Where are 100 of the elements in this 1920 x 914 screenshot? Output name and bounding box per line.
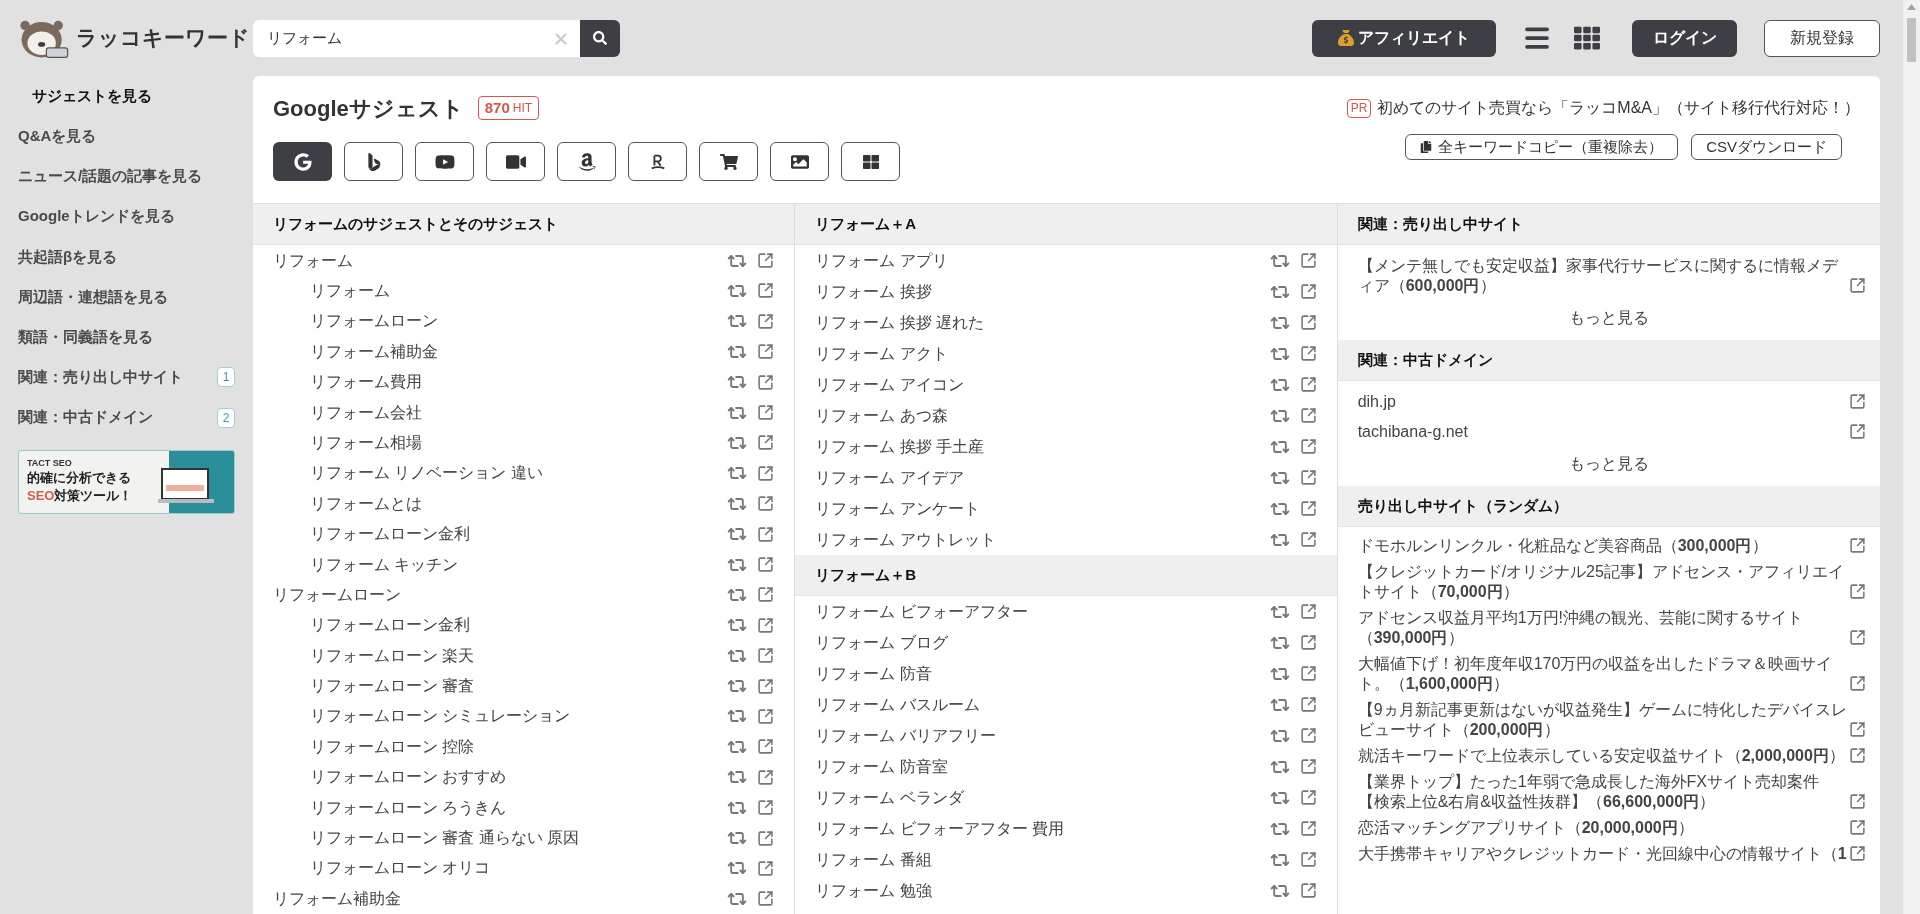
external-link-icon[interactable] — [1299, 634, 1317, 652]
external-link-icon[interactable] — [1299, 665, 1317, 683]
keyword-link[interactable]: リフォームローン オリコ — [310, 856, 491, 881]
external-link-icon[interactable] — [1299, 376, 1317, 394]
keyword-link[interactable]: リフォーム費用 — [310, 370, 422, 395]
external-link-icon[interactable] — [1849, 629, 1866, 647]
external-link-icon[interactable] — [1299, 407, 1317, 425]
keyword-link[interactable]: リフォーム リノベーション 違い — [310, 461, 543, 486]
external-link-icon[interactable] — [1849, 721, 1866, 739]
keyword-link[interactable]: リフォーム — [273, 248, 353, 273]
source-tab[interactable] — [841, 142, 900, 181]
keyword-link[interactable]: リフォーム 防音室 — [815, 754, 948, 779]
copy-keywords-button[interactable]: 全キーワードコピー（重複除去） — [1405, 134, 1679, 160]
external-link-icon[interactable] — [757, 556, 775, 573]
keyword-link[interactable]: リフォーム キッチン — [310, 552, 459, 577]
source-tab[interactable] — [770, 142, 829, 181]
sidebar-item[interactable]: Googleトレンドを見る — [18, 205, 175, 228]
keyword-link[interactable]: リフォームローン — [310, 309, 438, 334]
listing-link[interactable]: tachibana-g.net — [1357, 422, 1849, 443]
external-link-icon[interactable] — [757, 738, 775, 756]
external-link-icon[interactable] — [757, 859, 775, 877]
listing-link[interactable]: アドセンス収益月平均1万円!沖縄の観光、芸能に関するサイト（390,000円） — [1357, 608, 1849, 649]
source-tab[interactable] — [415, 142, 474, 181]
keyword-link[interactable]: リフォームとは — [310, 491, 422, 516]
sidebar-item[interactable]: サジェストを見る — [18, 84, 152, 108]
external-link-icon[interactable] — [1849, 583, 1866, 601]
external-link-icon[interactable] — [757, 282, 775, 300]
apps-grid-icon[interactable] — [1574, 25, 1600, 51]
keyword-link[interactable]: リフォーム ブログ — [815, 630, 948, 655]
external-link-icon[interactable] — [1299, 252, 1317, 270]
keyword-link[interactable]: リフォームローン ろうきん — [310, 795, 507, 820]
sidebar-item[interactable]: 共起語βを見る — [18, 245, 118, 269]
csv-download-button[interactable]: CSVダウンロード — [1691, 134, 1842, 160]
keyword-link[interactable]: リフォーム 挨拶 手土産 — [815, 434, 985, 459]
external-link-icon[interactable] — [1849, 675, 1866, 693]
external-link-icon[interactable] — [1849, 277, 1866, 295]
keyword-link[interactable]: リフォームローン 控除 — [310, 734, 475, 759]
sidebar-item[interactable]: Q&Aを見る — [18, 125, 97, 148]
sidebar-item[interactable]: 関連：売り出し中サイト — [18, 366, 183, 389]
listing-link[interactable]: 大手携帯キャリアやクレジットカード・光回線中心の情報サイト（1 — [1357, 844, 1849, 865]
external-link-icon[interactable] — [757, 829, 775, 847]
login-button[interactable]: ログイン — [1632, 19, 1737, 57]
search-field[interactable]: リフォーム — [253, 19, 580, 57]
listing-link[interactable]: dih.jp — [1357, 392, 1849, 413]
keyword-link[interactable]: リフォーム バスルーム — [815, 692, 980, 717]
external-link-icon[interactable] — [1299, 820, 1317, 838]
external-link-icon[interactable] — [1299, 314, 1317, 332]
external-link-icon[interactable] — [1849, 747, 1866, 765]
external-link-icon[interactable] — [1299, 603, 1317, 621]
external-link-icon[interactable] — [757, 768, 775, 786]
external-link-icon[interactable] — [757, 312, 775, 330]
listing-link[interactable]: 【9ヵ月新記事更新はないが収益発生】ゲームに特化したデバイスレビューサイト（200,000円） — [1357, 700, 1849, 741]
keyword-link[interactable]: リフォーム 防音 — [815, 661, 932, 686]
keyword-link[interactable]: リフォーム アイコン — [815, 372, 964, 397]
keyword-link[interactable]: リフォーム アイデア — [815, 465, 964, 490]
external-link-icon[interactable] — [757, 586, 775, 604]
source-tab[interactable] — [486, 142, 545, 181]
external-link-icon[interactable] — [1299, 727, 1317, 745]
external-link-icon[interactable] — [1299, 789, 1317, 807]
keyword-link[interactable]: リフォーム相場 — [310, 430, 422, 455]
external-link-icon[interactable] — [1849, 819, 1866, 837]
external-link-icon[interactable] — [1299, 882, 1317, 900]
keyword-link[interactable]: リフォーム アプリ — [815, 248, 948, 273]
keyword-link[interactable]: リフォーム アンケート — [815, 496, 980, 521]
external-link-icon[interactable] — [1299, 469, 1317, 487]
listing-link[interactable]: 【メンテ無しでも安定収益】家事代行サービスに関するに情報メディア（600,000円） — [1357, 256, 1849, 297]
external-link-icon[interactable] — [1299, 758, 1317, 776]
external-link-icon[interactable] — [757, 707, 775, 725]
keyword-link[interactable]: リフォーム 勉強 — [815, 878, 932, 903]
keyword-link[interactable]: リフォームローン シミュレーション — [310, 704, 571, 729]
external-link-icon[interactable] — [757, 252, 775, 270]
source-tab[interactable] — [557, 142, 616, 181]
keyword-link[interactable]: リフォーム 挨拶 — [815, 279, 932, 304]
external-link-icon[interactable] — [1299, 345, 1317, 363]
sidebar-item[interactable]: 周辺語・連想語を見る — [18, 285, 168, 309]
keyword-link[interactable]: リフォーム — [310, 279, 390, 303]
external-link-icon[interactable] — [1849, 423, 1866, 441]
sidebar-item[interactable]: 関連：中古ドメイン — [18, 406, 153, 429]
external-link-icon[interactable] — [757, 890, 775, 908]
external-link-icon[interactable] — [757, 373, 775, 391]
keyword-link[interactable]: リフォームローン 審査 — [310, 674, 475, 699]
external-link-icon[interactable] — [757, 799, 775, 817]
register-button[interactable]: 新規登録 — [1764, 19, 1880, 57]
keyword-link[interactable]: リフォーム補助金 — [310, 339, 438, 364]
ad-banner[interactable]: TACT SEO 的確に分析できる SEO対策ツール！ — [18, 449, 235, 514]
sidebar-item[interactable]: ニュース/話題の記事を見る — [18, 165, 203, 188]
listing-link[interactable]: 【クレジットカード/オリジナル25記事】アドセンス・アフィリエイトサイト（70,000円） — [1357, 562, 1849, 603]
keyword-link[interactable]: リフォームローン金利 — [310, 613, 470, 638]
external-link-icon[interactable] — [1849, 845, 1866, 863]
keyword-link[interactable]: リフォームローン おすすめ — [310, 765, 507, 790]
external-link-icon[interactable] — [757, 343, 775, 361]
keyword-link[interactable]: リフォーム ベランダ — [815, 785, 964, 810]
scrollbar-thumb[interactable] — [1907, 18, 1916, 62]
more-link[interactable]: もっと見る — [1568, 453, 1649, 475]
external-link-icon[interactable] — [1299, 531, 1317, 549]
keyword-link[interactable]: リフォーム アウトレット — [815, 527, 996, 552]
keyword-link[interactable]: リフォーム会社 — [310, 400, 422, 425]
keyword-link[interactable]: リフォーム あつ森 — [815, 403, 948, 428]
keyword-link[interactable]: リフォーム補助金 — [273, 886, 401, 911]
external-link-icon[interactable] — [1849, 393, 1866, 411]
